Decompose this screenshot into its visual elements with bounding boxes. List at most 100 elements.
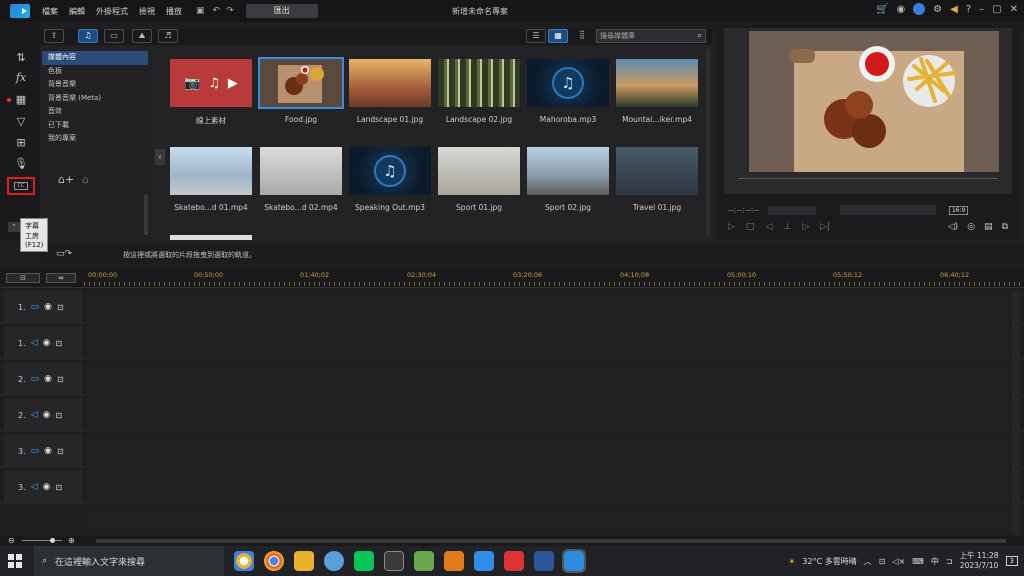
track-body[interactable] <box>86 398 1010 432</box>
media-thumb-mountain[interactable] <box>616 59 698 107</box>
track-manager-button[interactable]: ⊟ <box>6 273 40 283</box>
lock-icon[interactable]: ⊡ <box>55 339 62 348</box>
nav-sound-effects[interactable]: 音效 <box>40 105 152 119</box>
menu-view[interactable]: 檢視 <box>139 6 155 17</box>
megaphone-icon[interactable]: ◀ <box>950 4 958 15</box>
zoom-out-icon[interactable]: ⊖ <box>8 536 15 545</box>
track-body[interactable] <box>86 470 1010 504</box>
take-snapshot-icon[interactable]: ⊥ <box>783 222 791 232</box>
undo-icon[interactable]: ↶ <box>213 6 221 16</box>
track-body[interactable] <box>86 326 1010 360</box>
fit-timeline-button[interactable]: ⇹ <box>46 273 76 283</box>
save-icon[interactable]: ▣ <box>196 6 205 16</box>
track-video-1[interactable]: 1. ▭ ◉ ⊡ <box>0 290 1024 324</box>
track-body[interactable] <box>86 362 1010 396</box>
track-body[interactable] <box>86 290 1010 324</box>
clock[interactable]: 上午 11:28 2023/7/10 <box>960 551 999 571</box>
undock-icon[interactable]: ⧉ <box>1002 222 1008 232</box>
network-icon[interactable]: ⊡ <box>879 557 886 566</box>
eye-icon[interactable]: ◉ <box>44 302 52 312</box>
timeline-hscroll[interactable] <box>96 539 1006 543</box>
media-thumb-speaking-out[interactable]: ♫ <box>349 147 431 195</box>
track-body[interactable] <box>86 434 1010 468</box>
task-app-icon[interactable] <box>384 551 404 571</box>
lock-icon[interactable]: ⊡ <box>57 447 64 456</box>
export-button[interactable]: 匯出 <box>245 4 318 18</box>
lock-icon[interactable]: ⊡ <box>55 483 62 492</box>
microphone-icon[interactable]: 🎙 <box>13 156 29 172</box>
vscode-icon[interactable] <box>474 551 494 571</box>
filter-audio-button[interactable]: ♫ <box>78 29 98 43</box>
add-tag-icon[interactable]: ⌂+ <box>58 173 74 186</box>
particle-icon[interactable]: ▽ <box>13 114 29 130</box>
gear-icon[interactable]: ⚙ <box>933 4 942 15</box>
taskbar-search[interactable]: ⌕ 在這裡輸入文字來搜尋 <box>34 546 224 576</box>
fast-forward-icon[interactable]: ▷| <box>820 222 830 232</box>
media-thumb-partial[interactable] <box>170 235 252 240</box>
start-button[interactable] <box>8 554 22 568</box>
online-assets-thumb[interactable]: 📷 ♫ ▶ <box>170 59 252 107</box>
track-audio-1[interactable]: 1. ◁ ◉ ⊡ <box>0 326 1024 360</box>
aspect-ratio-select[interactable]: 16:9 <box>948 205 969 215</box>
lock-icon[interactable]: ⊡ <box>55 411 62 420</box>
subtitle-toggle-icon[interactable]: ▤ <box>984 222 993 232</box>
menu-plugins[interactable]: 外掛程式 <box>96 6 128 17</box>
ime-indicator[interactable]: 中 <box>931 556 939 567</box>
nav-media-content[interactable]: 媒體內容 <box>42 51 148 65</box>
media-thumb-landscape-01[interactable] <box>349 59 431 107</box>
quality-select[interactable] <box>767 205 816 215</box>
volume-icon[interactable]: ◁) <box>948 222 958 232</box>
eye-icon[interactable]: ◉ <box>44 374 52 384</box>
notification-icon[interactable]: 3 <box>1005 556 1018 566</box>
redo-icon[interactable]: ↷ <box>226 6 234 16</box>
media-thumb-mahoroba[interactable]: ♫ <box>527 59 609 107</box>
media-room-icon[interactable]: ⇅ <box>13 50 29 66</box>
weather-text[interactable]: 32°C 多雲時晴 <box>802 556 856 567</box>
account-icon[interactable]: ◉ <box>896 4 905 15</box>
list-view-button[interactable]: ☰ <box>526 29 546 43</box>
track-video-2[interactable]: 2. ▭ ◉ ⊡ <box>0 362 1024 396</box>
word-icon[interactable] <box>534 551 554 571</box>
eye-icon[interactable]: ◉ <box>43 482 51 492</box>
media-thumb-food[interactable] <box>258 57 344 109</box>
file-explorer-icon[interactable] <box>294 551 314 571</box>
filter-video-button[interactable]: ▭ <box>104 29 124 43</box>
task-app-icon[interactable] <box>324 551 344 571</box>
line-icon[interactable] <box>354 551 374 571</box>
lock-icon[interactable]: ⊡ <box>57 303 64 312</box>
pip-icon[interactable]: ▦ <box>13 92 29 108</box>
cart-icon[interactable]: 🛒 <box>876 4 888 15</box>
nav-downloaded[interactable]: 已下載 <box>40 119 152 133</box>
zoom-slider-handle[interactable] <box>50 538 55 543</box>
ime-mode-icon[interactable]: ⊐ <box>946 557 953 566</box>
filter-music-button[interactable]: ♬ <box>158 29 178 43</box>
keyboard-icon[interactable]: ⌨ <box>912 557 924 566</box>
subtitle-room-button[interactable]: CC <box>7 177 35 195</box>
media-thumb-sport-01[interactable] <box>438 147 520 195</box>
collapse-nav-button[interactable]: ‹ <box>155 149 165 165</box>
eye-icon[interactable]: ◉ <box>43 410 51 420</box>
timeline-empty-area[interactable] <box>86 506 1010 535</box>
nav-my-projects[interactable]: 我的專案 <box>40 132 152 146</box>
gift-icon[interactable] <box>504 551 524 571</box>
eye-icon[interactable]: ◉ <box>43 338 51 348</box>
nav-scrollbar[interactable] <box>144 195 148 235</box>
sort-button[interactable]: ⣿ <box>572 29 592 43</box>
track-audio-2[interactable]: 2. ◁ ◉ ⊡ <box>0 398 1024 432</box>
menu-edit[interactable]: 編輯 <box>69 6 85 17</box>
nav-color-boards[interactable]: 色板 <box>40 65 152 79</box>
next-frame-icon[interactable]: ▷ <box>802 222 809 232</box>
fx-icon[interactable]: fx <box>13 70 29 86</box>
stop-icon[interactable]: □ <box>746 222 755 232</box>
help-icon[interactable]: ? <box>966 4 971 15</box>
nav-background-music-meta[interactable]: 背景音樂 (Meta) <box>40 92 152 106</box>
remove-tag-icon[interactable]: ⌂ <box>82 173 89 186</box>
timeline-vscroll[interactable] <box>1012 290 1020 535</box>
eye-icon[interactable]: ◉ <box>44 446 52 456</box>
media-thumb-skateboard-01[interactable] <box>170 147 252 195</box>
grid-view-button[interactable]: ▦ <box>548 29 568 43</box>
lock-icon[interactable]: ⊡ <box>57 375 64 384</box>
media-scrollbar[interactable] <box>706 49 710 235</box>
filter-image-button[interactable]: ⛰ <box>132 29 152 43</box>
nav-background-music[interactable]: 背景音樂 <box>40 78 152 92</box>
